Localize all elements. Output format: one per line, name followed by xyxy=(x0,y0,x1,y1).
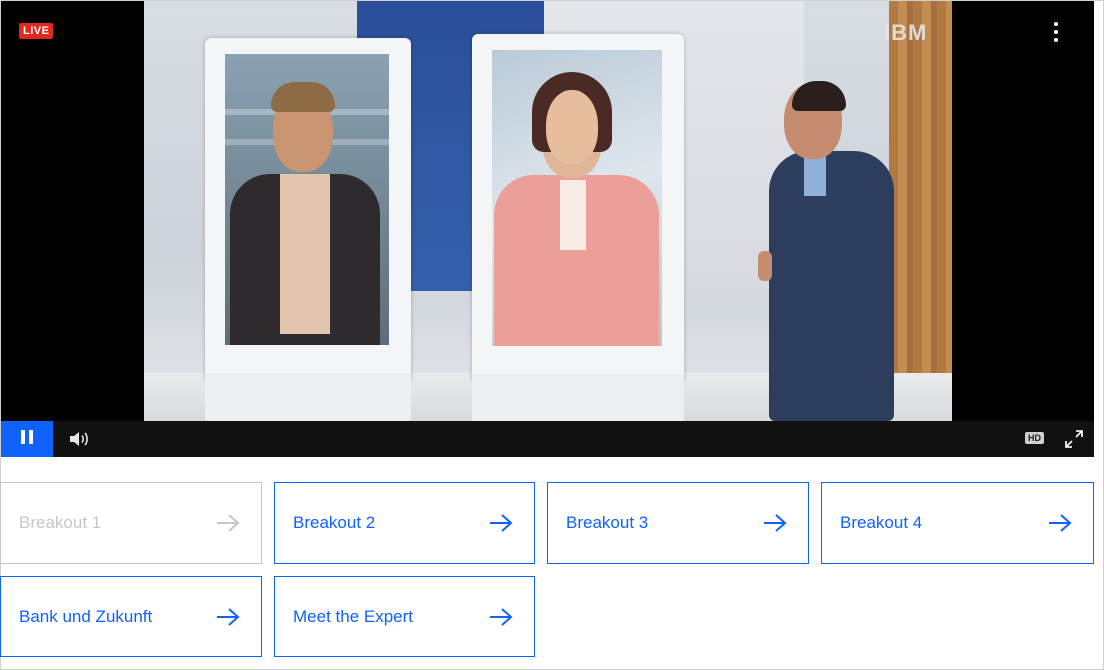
video-frame xyxy=(144,1,952,421)
arrow-right-icon xyxy=(764,514,787,532)
tile-label: Bank und Zukunft xyxy=(19,606,153,626)
tile-label: Breakout 3 xyxy=(566,513,649,532)
arrow-right-icon xyxy=(1049,514,1072,532)
pause-icon xyxy=(19,429,35,449)
pause-button[interactable] xyxy=(1,421,53,457)
video-player[interactable]: LIVE IBM HD xyxy=(1,1,1094,457)
breakout-1-tile: Breakout 1 xyxy=(0,482,262,564)
arrow-right-icon xyxy=(217,607,240,626)
breakout-3-tile[interactable]: Breakout 3 xyxy=(547,482,809,564)
more-vertical-icon[interactable] xyxy=(1046,19,1066,45)
breakout-4-tile[interactable]: Breakout 4 xyxy=(821,482,1094,564)
video-kiosk-left xyxy=(205,38,411,421)
ibm-logo: IBM xyxy=(884,20,928,45)
tile-label: Meet the Expert xyxy=(293,606,414,626)
tile-label: Breakout 1 xyxy=(19,513,102,532)
bank-und-zukunft-tile[interactable]: Bank und Zukunft xyxy=(0,576,262,657)
tile-label: Breakout 4 xyxy=(840,513,923,532)
tile-label: Breakout 2 xyxy=(293,513,376,532)
volume-icon[interactable] xyxy=(67,429,91,449)
video-presenter xyxy=(754,81,904,421)
video-kiosk-right xyxy=(472,34,684,421)
fullscreen-icon[interactable] xyxy=(1064,429,1084,449)
live-badge: LIVE xyxy=(19,23,54,39)
player-controls: HD xyxy=(1,421,1094,457)
meet-the-expert-tile[interactable]: Meet the Expert xyxy=(274,576,535,657)
arrow-right-icon xyxy=(490,607,513,626)
arrow-right-icon xyxy=(217,514,240,532)
arrow-right-icon xyxy=(490,514,513,532)
hd-button[interactable]: HD xyxy=(1025,432,1044,444)
breakout-2-tile[interactable]: Breakout 2 xyxy=(274,482,535,564)
